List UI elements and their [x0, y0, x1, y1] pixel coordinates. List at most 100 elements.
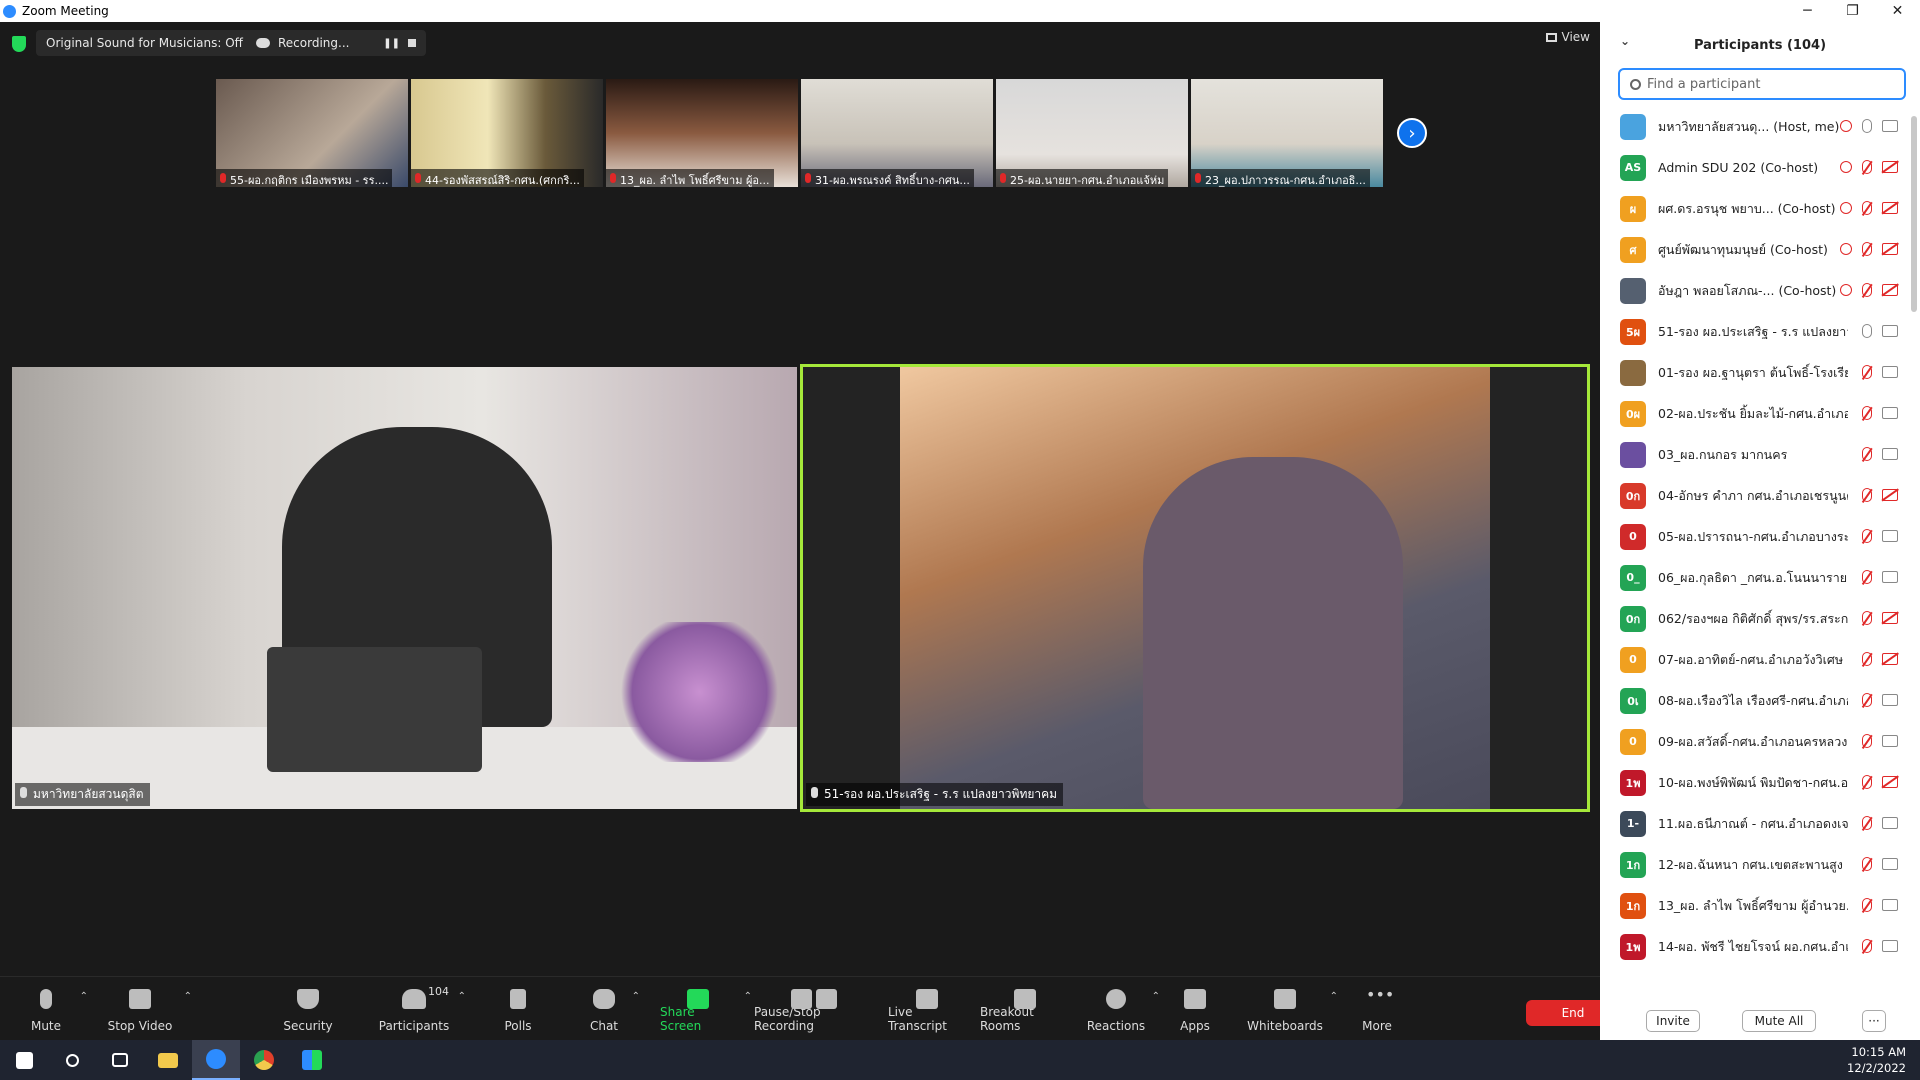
reactions-options-caret-icon[interactable]: ⌃ [1152, 991, 1160, 1002]
participant-thumbnail[interactable]: 13_ผอ. ลำไพ โพธิ์ศรีขาม ผู้อ... [606, 79, 798, 187]
participant-row[interactable]: 1ก 12-ผอ.ฉันหนา กศน.เขตสะพานสูง [1600, 844, 1906, 885]
participant-thumbnail[interactable]: 23_ผอ.ปภาวรรณ-กศน.อำเภอธิ... [1191, 79, 1383, 187]
participant-row[interactable]: อัษฎา พลอยโสภณ-... (Co-host) [1600, 270, 1906, 311]
video-camera-icon[interactable] [1882, 694, 1898, 706]
microphone-icon[interactable] [1862, 119, 1872, 133]
microphone-muted-icon[interactable] [1862, 570, 1872, 584]
breakout-rooms-button[interactable]: Breakout Rooms [980, 977, 1070, 1041]
participant-row[interactable]: 5ผ 51-รอง ผอ.ประเสริฐ - ร.ร แปลงยาว... [1600, 311, 1906, 352]
microphone-muted-icon[interactable] [1862, 488, 1872, 502]
stop-recording-icon[interactable] [408, 39, 416, 47]
participants-options-caret-icon[interactable]: ⌃ [458, 991, 466, 1002]
microphone-muted-icon[interactable] [1862, 447, 1872, 461]
restore-button[interactable]: ❐ [1830, 3, 1875, 19]
microphone-muted-icon[interactable] [1862, 693, 1872, 707]
share-options-caret-icon[interactable]: ⌃ [744, 991, 752, 1002]
participants-button[interactable]: 104 ⌃ Participants [378, 977, 466, 1041]
microphone-icon[interactable] [1862, 324, 1872, 338]
security-shield-icon[interactable] [12, 36, 26, 52]
participant-row[interactable]: 0ผ 02-ผอ.ประชัน ยิ้มละไม้-กศน.อำเภอโ... [1600, 393, 1906, 434]
mute-options-caret-icon[interactable]: ⌃ [80, 991, 88, 1002]
mute-all-button[interactable]: Mute All [1742, 1010, 1816, 1032]
whiteboards-button[interactable]: ⌃ Whiteboards [1247, 977, 1338, 1041]
participant-row[interactable]: 1- 11.ผอ.ธนีภาณต์ - กศน.อำเภอดงเจ... [1600, 803, 1906, 844]
collapse-chevron-icon[interactable]: ⌄ [1620, 34, 1630, 48]
participant-thumbnail[interactable]: 55-ผอ.กฤติกร เมืองพรหม - รร.... [216, 79, 408, 187]
participant-row[interactable]: 1พ 10-ผอ.พงษ์พิพัฒน์ พิมปัดชา-กศน.อ... [1600, 762, 1906, 803]
participant-row[interactable]: 0_ 06_ผอ.กุลธิดา _กศน.อ.โนนนารายณ์... [1600, 557, 1906, 598]
more-button[interactable]: ••• More [1360, 977, 1394, 1041]
next-page-arrow-icon[interactable]: › [1397, 118, 1427, 148]
more-options-button[interactable]: ··· [1862, 1010, 1886, 1032]
original-sound-toggle[interactable]: Original Sound for Musicians: Off [36, 30, 253, 56]
video-camera-icon[interactable] [1882, 940, 1898, 952]
participant-thumbnail[interactable]: 31-ผอ.พรณรงค์ สิทธิ์บาง-กศน... [801, 79, 993, 187]
participant-row[interactable]: AS Admin SDU 202 (Co-host) [1600, 147, 1906, 188]
video-options-caret-icon[interactable]: ⌃ [184, 991, 192, 1002]
video-off-icon[interactable] [1882, 284, 1898, 296]
microphone-muted-icon[interactable] [1862, 652, 1872, 666]
microphone-muted-icon[interactable] [1862, 775, 1872, 789]
chrome-taskbar-icon[interactable] [240, 1040, 288, 1080]
video-camera-icon[interactable] [1882, 735, 1898, 747]
microphone-muted-icon[interactable] [1862, 201, 1872, 215]
share-screen-button[interactable]: ⌃ Share Screen [660, 977, 752, 1041]
microphone-muted-icon[interactable] [1862, 734, 1872, 748]
participants-scrollbar[interactable] [1911, 116, 1917, 312]
video-off-icon[interactable] [1882, 612, 1898, 624]
video-camera-icon[interactable] [1882, 530, 1898, 542]
invite-button[interactable]: Invite [1646, 1010, 1700, 1032]
participant-row[interactable]: ศ ศูนย์พัฒนาทุนมนุษย์ (Co-host) [1600, 229, 1906, 270]
video-off-icon[interactable] [1882, 243, 1898, 255]
video-tile-host[interactable]: มหาวิทยาลัยสวนดุสิต [12, 367, 797, 809]
whiteboards-options-caret-icon[interactable]: ⌃ [1330, 991, 1338, 1002]
participant-row[interactable]: 0ก 062/รองฯผอ กิติศักดิ์ สุพร/รร.สระกะ... [1600, 598, 1906, 639]
microphone-muted-icon[interactable] [1862, 857, 1872, 871]
microphone-muted-icon[interactable] [1862, 529, 1872, 543]
video-camera-icon[interactable] [1882, 120, 1898, 132]
view-button[interactable]: View [1545, 30, 1590, 44]
participant-row[interactable]: 01-รอง ผอ.ฐานุตรา ต้นโพธิ์-โรงเรียน... [1600, 352, 1906, 393]
participant-row[interactable]: 03_ผอ.กนกอร มากนคร [1600, 434, 1906, 475]
participant-row[interactable]: 0 07-ผอ.อาทิตย์-กศน.อำเภอวังวิเศษ [1600, 639, 1906, 680]
system-clock[interactable]: 10:15 AM 12/2/2022 [1847, 1044, 1906, 1076]
apps-button[interactable]: Apps [1178, 977, 1212, 1041]
participant-row[interactable]: 0 05-ผอ.ปรารถนา-กศน.อำเภอบางระจัน [1600, 516, 1906, 557]
microphone-muted-icon[interactable] [1862, 816, 1872, 830]
polls-button[interactable]: Polls [498, 977, 538, 1041]
video-off-icon[interactable] [1882, 653, 1898, 665]
microphone-muted-icon[interactable] [1862, 160, 1872, 174]
video-camera-icon[interactable] [1882, 899, 1898, 911]
pause-recording-icon[interactable]: ❚❚ [383, 38, 400, 49]
participant-row[interactable]: 0ก 04-อักษร คำภา กศน.อำเภอเชรนูนคร [1600, 475, 1906, 516]
video-off-icon[interactable] [1882, 489, 1898, 501]
video-camera-icon[interactable] [1882, 858, 1898, 870]
microphone-muted-icon[interactable] [1862, 939, 1872, 953]
microphone-muted-icon[interactable] [1862, 242, 1872, 256]
video-camera-icon[interactable] [1882, 407, 1898, 419]
participant-row[interactable]: ผ ผศ.ดร.อรนุช พยาบ... (Co-host) [1600, 188, 1906, 229]
participant-row[interactable]: 0 09-ผอ.สวัสดิ์-กศน.อำเภอนครหลวง [1600, 721, 1906, 762]
stop-video-button[interactable]: ⌃ Stop Video [104, 977, 192, 1041]
microphone-muted-icon[interactable] [1862, 611, 1872, 625]
participant-row[interactable]: 1พ 14-ผอ. พัชรี ไชยโรจน์ ผอ.กศน.อำเ... [1600, 926, 1906, 967]
participant-thumbnail[interactable]: 25-ผอ.นายยา-กศน.อำเภอแจ้ห่ม [996, 79, 1188, 187]
file-explorer-taskbar-icon[interactable] [144, 1040, 192, 1080]
video-off-icon[interactable] [1882, 776, 1898, 788]
video-camera-icon[interactable] [1882, 325, 1898, 337]
video-camera-icon[interactable] [1882, 571, 1898, 583]
video-camera-icon[interactable] [1882, 817, 1898, 829]
chat-button[interactable]: ⌃ Chat [584, 977, 640, 1041]
live-transcript-button[interactable]: Live Transcript [888, 977, 966, 1041]
pause-stop-recording-button[interactable]: Pause/Stop Recording [754, 977, 874, 1041]
video-off-icon[interactable] [1882, 161, 1898, 173]
close-button[interactable]: ✕ [1875, 3, 1920, 19]
participant-row[interactable]: 0เ 08-ผอ.เรืองวิไล เรืองศรี-กศน.อำเภอป... [1600, 680, 1906, 721]
participant-search-input[interactable]: Find a participant [1618, 68, 1906, 100]
microphone-muted-icon[interactable] [1862, 898, 1872, 912]
security-button[interactable]: Security [282, 977, 334, 1041]
mute-button[interactable]: ⌃ Mute [20, 977, 88, 1041]
start-button[interactable] [0, 1040, 48, 1080]
participant-row[interactable]: มหาวิทยาลัยสวนดุ... (Host, me) [1600, 106, 1906, 147]
zoom-taskbar-icon[interactable] [192, 1040, 240, 1080]
